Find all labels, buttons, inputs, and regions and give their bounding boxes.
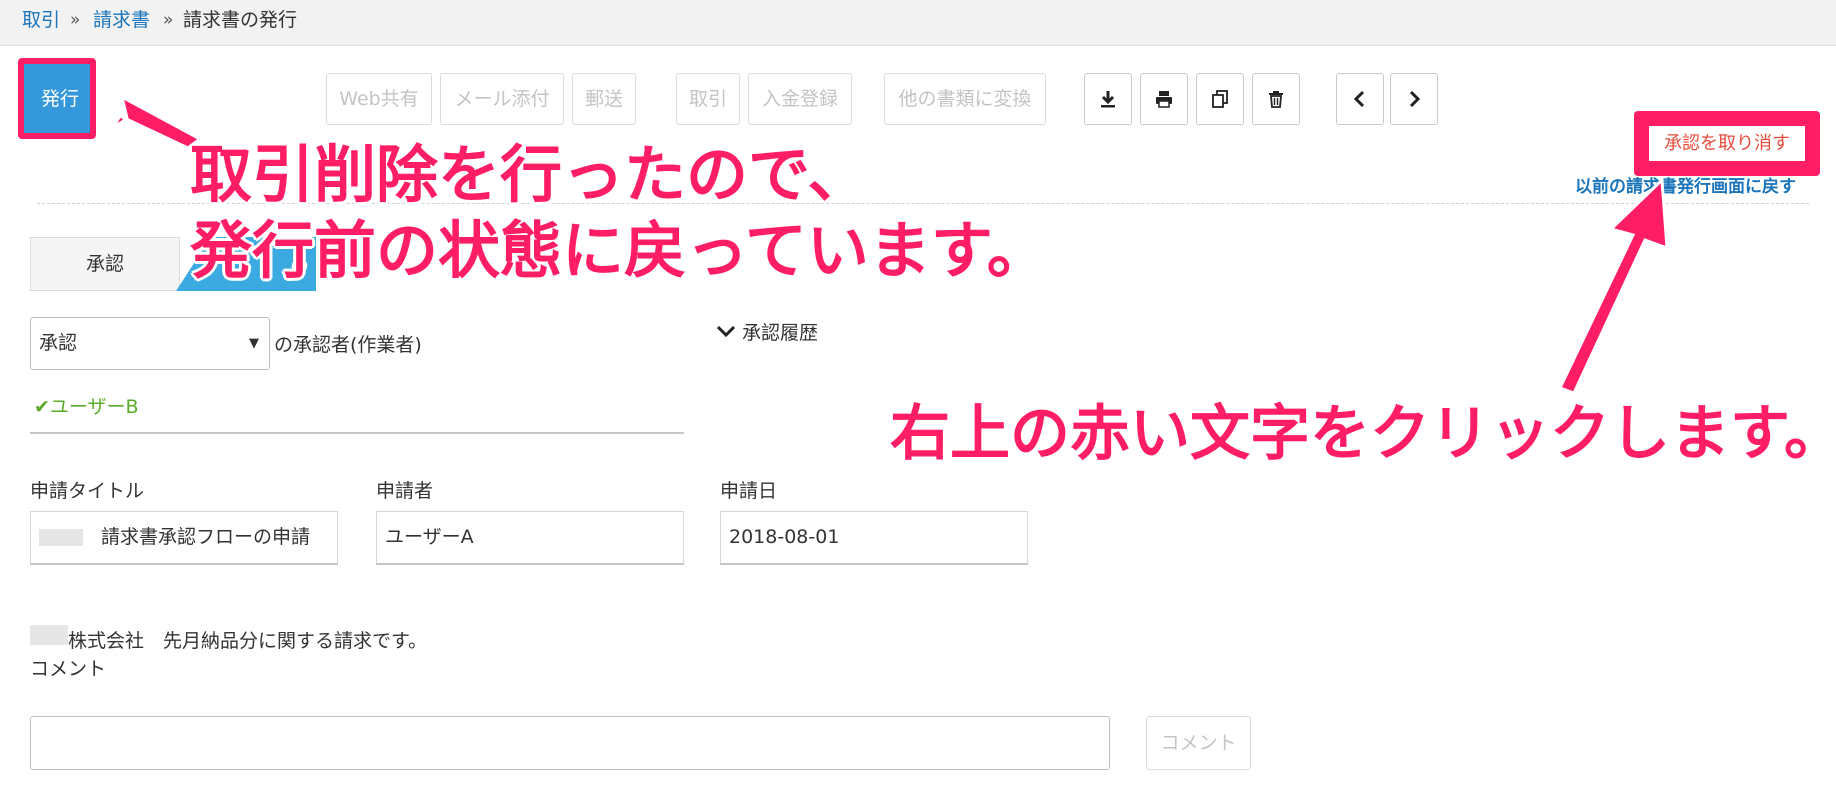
annotation-arrow-issue [111,94,203,150]
annotation-note-1-line-1: 取引削除を行ったので、 [190,138,870,211]
annotation-arrow-cancel [1557,176,1669,395]
annotation-note-2: 右上の赤い文字をクリックします。 [890,399,1836,469]
annotation-note-1-line-2: 発行前の状態に戻っています。 [190,214,1049,287]
annotation-note-1: 取引削除を行ったので、 発行前の状態に戻っています。 [190,137,1049,289]
